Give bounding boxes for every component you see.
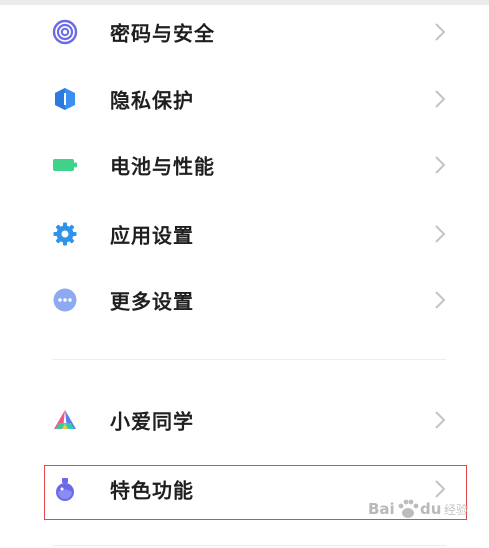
settings-item-more-settings[interactable]: 更多设置 — [36, 271, 466, 329]
fingerprint-icon — [52, 19, 78, 45]
settings-item-label: 小爱同学 — [110, 409, 194, 434]
chevron-right-icon — [434, 224, 446, 244]
settings-item-label: 密码与安全 — [110, 21, 215, 46]
watermark-brand: Bai — [368, 500, 395, 518]
settings-item-label: 电池与性能 — [110, 154, 215, 179]
shield-icon — [52, 86, 78, 112]
chevron-right-icon — [434, 410, 446, 430]
baidu-watermark: Bai du 经验 — [368, 494, 486, 526]
section-divider — [52, 359, 446, 360]
battery-icon — [52, 152, 78, 178]
settings-item-xiaoai[interactable]: 小爱同学 — [36, 391, 466, 449]
chevron-right-icon — [434, 155, 446, 175]
paw-icon — [396, 497, 420, 521]
bottom-divider — [52, 545, 446, 546]
watermark-brand-tail: du — [420, 500, 442, 518]
chevron-right-icon — [434, 89, 446, 109]
chevron-right-icon — [434, 22, 446, 42]
xiaoai-icon — [52, 407, 78, 433]
settings-item-label: 应用设置 — [110, 223, 194, 248]
chevron-right-icon — [434, 290, 446, 310]
settings-item-battery[interactable]: 电池与性能 — [36, 136, 466, 194]
more-dots-icon — [52, 287, 78, 313]
settings-item-label: 更多设置 — [110, 289, 194, 314]
settings-item-app-settings[interactable]: 应用设置 — [36, 205, 466, 263]
settings-item-privacy[interactable]: 隐私保护 — [36, 70, 466, 128]
settings-item-password-security[interactable]: 密码与安全 — [36, 3, 466, 61]
settings-item-label: 隐私保护 — [110, 88, 194, 113]
watermark-subtitle: 经验 — [444, 503, 469, 517]
gear-icon — [52, 221, 78, 247]
